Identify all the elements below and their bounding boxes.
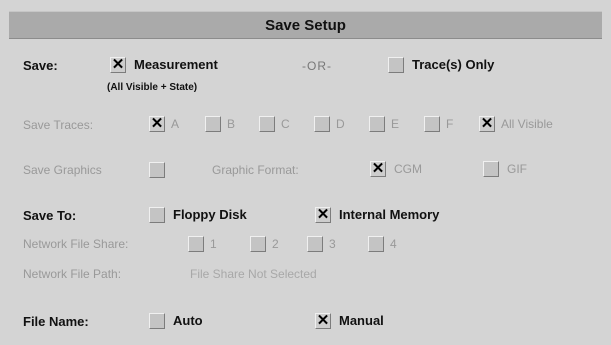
manual-label: Manual: [339, 313, 384, 328]
auto-checkbox[interactable]: Auto: [149, 313, 203, 329]
checkbox-unchecked-icon: [483, 161, 499, 177]
measurement-sublabel: (All Visible + State): [107, 82, 198, 93]
trace-e-checkbox[interactable]: E: [369, 116, 399, 132]
trace-b-label: B: [227, 117, 236, 131]
share-4-label: 4: [390, 237, 397, 251]
checkbox-checked-icon: [479, 115, 495, 133]
measurement-checkbox[interactable]: Measurement: [110, 56, 218, 74]
gif-label: GIF: [507, 162, 527, 176]
share-1-checkbox[interactable]: 1: [188, 236, 217, 252]
checkbox-unchecked-icon: [368, 236, 384, 252]
save-to-label: Save To:: [23, 208, 77, 223]
share-1-label: 1: [210, 237, 217, 251]
gif-checkbox[interactable]: GIF: [483, 161, 527, 177]
share-3-label: 3: [329, 237, 336, 251]
checkbox-unchecked-icon: [307, 236, 323, 252]
checkbox-checked-icon: [370, 160, 386, 178]
share-4-checkbox[interactable]: 4: [368, 236, 397, 252]
checkbox-unchecked-icon: [149, 207, 165, 223]
save-label: Save:: [23, 58, 58, 73]
internal-memory-checkbox[interactable]: Internal Memory: [315, 206, 440, 224]
measurement-label: Measurement: [134, 57, 218, 72]
graphic-format-label: Graphic Format:: [212, 163, 299, 177]
or-separator: -OR-: [302, 59, 332, 73]
checkbox-unchecked-icon: [314, 116, 330, 132]
cgm-label: CGM: [394, 162, 422, 176]
checkbox-unchecked-icon: [188, 236, 204, 252]
trace-d-checkbox[interactable]: D: [314, 116, 345, 132]
checkbox-checked-icon: [315, 206, 331, 224]
save-graphics-label: Save Graphics: [23, 163, 102, 177]
trace-c-label: C: [281, 117, 290, 131]
trace-a-checkbox[interactable]: A: [149, 115, 180, 133]
auto-label: Auto: [173, 313, 203, 328]
trace-d-label: D: [336, 117, 345, 131]
all-visible-label: All Visible: [501, 117, 553, 131]
dialog-title: Save Setup: [9, 11, 602, 39]
trace-e-label: E: [391, 117, 400, 131]
trace-a-label: A: [171, 117, 180, 131]
network-file-path-value: File Share Not Selected: [190, 267, 317, 281]
save-graphics-checkbox[interactable]: [149, 162, 165, 178]
save-traces-label: Save Traces:: [23, 118, 94, 132]
network-file-path-label: Network File Path:: [23, 267, 122, 281]
share-3-checkbox[interactable]: 3: [307, 236, 336, 252]
checkbox-unchecked-icon: [259, 116, 275, 132]
checkbox-unchecked-icon: [205, 116, 221, 132]
trace-b-checkbox[interactable]: B: [205, 116, 235, 132]
checkbox-unchecked-icon: [388, 57, 404, 73]
share-2-checkbox[interactable]: 2: [250, 236, 279, 252]
share-2-label: 2: [272, 237, 279, 251]
checkbox-checked-icon: [149, 115, 165, 133]
traces-only-label: Trace(s) Only: [412, 57, 495, 72]
floppy-disk-checkbox[interactable]: Floppy Disk: [149, 207, 247, 223]
manual-checkbox[interactable]: Manual: [315, 312, 384, 330]
traces-only-checkbox[interactable]: Trace(s) Only: [388, 57, 494, 73]
cgm-checkbox[interactable]: CGM: [370, 160, 422, 178]
checkbox-unchecked-icon: [149, 313, 165, 329]
internal-memory-label: Internal Memory: [339, 207, 440, 222]
floppy-disk-label: Floppy Disk: [173, 207, 247, 222]
checkbox-checked-icon: [110, 56, 126, 74]
trace-f-label: F: [446, 117, 454, 131]
file-name-label: File Name:: [23, 314, 89, 329]
checkbox-unchecked-icon: [424, 116, 440, 132]
checkbox-checked-icon: [315, 312, 331, 330]
checkbox-unchecked-icon: [149, 162, 165, 178]
trace-c-checkbox[interactable]: C: [259, 116, 290, 132]
trace-f-checkbox[interactable]: F: [424, 116, 453, 132]
checkbox-unchecked-icon: [369, 116, 385, 132]
network-file-share-label: Network File Share:: [23, 237, 129, 251]
all-visible-checkbox[interactable]: All Visible: [479, 115, 553, 133]
checkbox-unchecked-icon: [250, 236, 266, 252]
